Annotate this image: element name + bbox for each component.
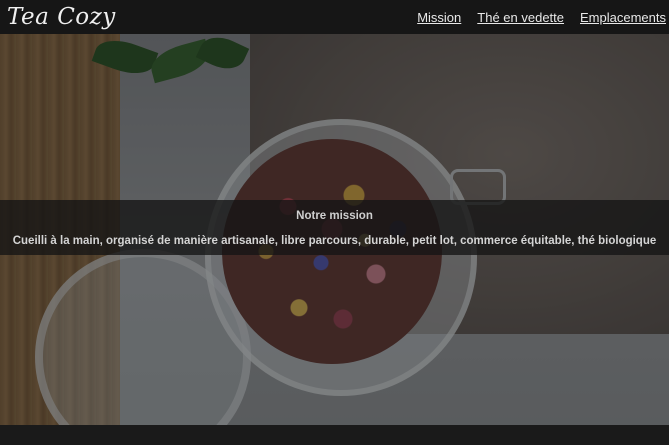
main-nav: Mission Thé en vedette Emplacements xyxy=(401,0,666,34)
site-header: Tea Cozy Mission Thé en vedette Emplacem… xyxy=(0,0,669,34)
mission-title: Notre mission xyxy=(296,210,373,222)
nav-link-featured-tea[interactable]: Thé en vedette xyxy=(477,10,564,25)
page: Tea Cozy Mission Thé en vedette Emplacem… xyxy=(0,0,669,445)
nav-link-locations[interactable]: Emplacements xyxy=(580,10,666,25)
mission-banner: Notre mission Cueilli à la main, organis… xyxy=(0,200,669,255)
footer-strip xyxy=(0,425,669,445)
mission-text: Cueilli à la main, organisé de manière a… xyxy=(12,235,657,247)
nav-link-mission[interactable]: Mission xyxy=(417,10,461,25)
logo[interactable]: Tea Cozy xyxy=(7,0,116,34)
